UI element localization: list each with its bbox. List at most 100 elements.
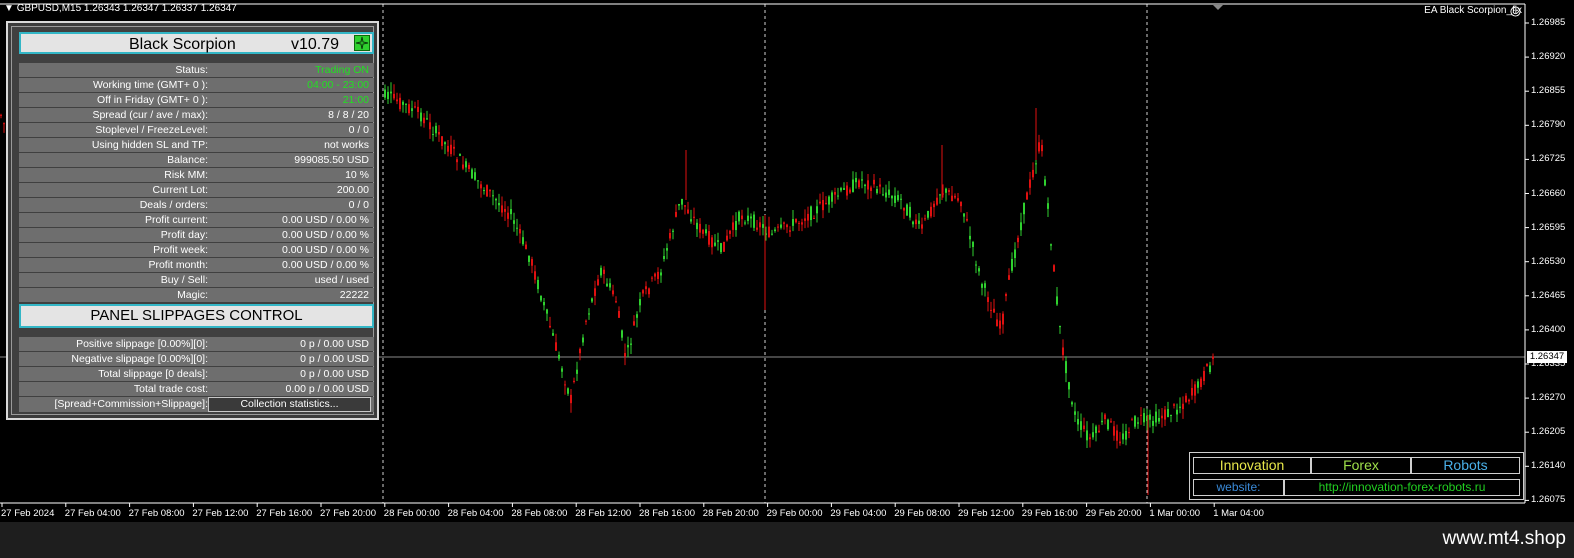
row-label: Stoplevel / FreezeLevel: bbox=[95, 124, 208, 136]
price-tick-label: 1.26140 bbox=[1531, 460, 1566, 472]
candle-body bbox=[738, 211, 740, 222]
row-value: 04:00 - 23:00 bbox=[307, 79, 369, 91]
candle-body bbox=[501, 205, 503, 213]
robots-label: Robots bbox=[1411, 457, 1520, 474]
candle-body bbox=[591, 298, 593, 302]
dropdown-triangle-icon[interactable]: ▼ bbox=[4, 3, 14, 14]
candle-body bbox=[756, 227, 758, 230]
candle-body bbox=[471, 169, 473, 179]
row-label: Profit day: bbox=[160, 229, 208, 241]
candle-body bbox=[1032, 169, 1034, 178]
price-tick-label: 1.26270 bbox=[1531, 392, 1566, 404]
collection-statistics-button[interactable]: Collection statistics... bbox=[208, 397, 371, 412]
candle-body bbox=[720, 243, 722, 253]
candle-body bbox=[1002, 313, 1004, 325]
time-tick-label: 27 Feb 16:00 bbox=[256, 508, 313, 519]
candle-body bbox=[453, 146, 455, 149]
candle-body bbox=[1161, 415, 1163, 419]
candle-body bbox=[846, 185, 848, 196]
candle-body bbox=[1125, 430, 1127, 440]
candle-body bbox=[1140, 414, 1142, 416]
candle-body bbox=[1095, 426, 1097, 434]
row-value: 0.00 p / 0.00 USD bbox=[285, 383, 369, 395]
candle-body bbox=[1194, 384, 1196, 396]
panel-row: Profit day: 0.00 USD / 0.00 % bbox=[19, 228, 374, 242]
candle-body bbox=[423, 117, 425, 124]
row-value: 0 p / 0.00 USD bbox=[300, 338, 369, 350]
candle-body bbox=[387, 91, 389, 100]
candle-body bbox=[861, 179, 863, 181]
candle-body bbox=[783, 222, 785, 224]
candle-body bbox=[789, 230, 791, 232]
candle-body bbox=[879, 184, 881, 187]
row-value: 0 / 0 bbox=[348, 199, 369, 211]
candle-body bbox=[744, 222, 746, 224]
candle-body bbox=[597, 279, 599, 286]
row-label: Profit week: bbox=[153, 244, 208, 256]
slippage-row: Positive slippage [0.00%][0]: 0 p / 0.00 … bbox=[19, 337, 374, 351]
settings-button[interactable] bbox=[354, 35, 370, 51]
candle-body bbox=[900, 198, 902, 200]
candle-body bbox=[1077, 418, 1079, 425]
row-label: Spread (cur / ave / max): bbox=[92, 109, 208, 121]
candle-body bbox=[897, 195, 899, 201]
row-label: Deals / orders: bbox=[139, 199, 208, 211]
candle-body bbox=[867, 180, 869, 190]
candle-body bbox=[831, 192, 833, 202]
panel-row: Buy / Sell: used / used bbox=[19, 273, 374, 287]
candle-body bbox=[651, 277, 653, 279]
candle-body bbox=[795, 218, 797, 223]
candle-body bbox=[531, 259, 533, 266]
candle-body bbox=[447, 145, 449, 152]
panel-row: Stoplevel / FreezeLevel: 0 / 0 bbox=[19, 123, 374, 137]
candle-body bbox=[561, 368, 563, 372]
time-tick-label: 27 Feb 08:00 bbox=[128, 508, 185, 519]
candle-body bbox=[912, 221, 914, 225]
candle-body bbox=[726, 235, 728, 241]
row-label: [Spread+Commission+Slippage]: bbox=[54, 398, 208, 410]
footer-site[interactable]: www.mt4.shop bbox=[1442, 528, 1566, 550]
candle-body bbox=[786, 224, 788, 228]
website-link[interactable]: http://innovation-forex-robots.ru bbox=[1284, 479, 1520, 496]
panel-row: Off in Friday (GMT+ 0 ): 21:00 bbox=[19, 93, 374, 107]
candle-body bbox=[1035, 163, 1037, 165]
candle-body bbox=[807, 213, 809, 221]
candle-body bbox=[1074, 411, 1076, 415]
sparkle-icon bbox=[355, 36, 369, 50]
candle-body bbox=[945, 188, 947, 193]
row-label: Off in Friday (GMT+ 0 ): bbox=[97, 94, 208, 106]
innovation-label: Innovation bbox=[1193, 457, 1311, 474]
candle-body bbox=[618, 311, 620, 318]
panel-row: Deals / orders: 0 / 0 bbox=[19, 198, 374, 212]
candle-body bbox=[771, 233, 773, 235]
candle-body bbox=[1014, 249, 1016, 259]
candle-body bbox=[729, 230, 731, 234]
row-value: 22222 bbox=[339, 289, 369, 301]
candle-body bbox=[834, 192, 836, 195]
candle-body bbox=[969, 235, 971, 240]
candle-body bbox=[585, 320, 587, 322]
candle-body bbox=[498, 202, 500, 206]
candle-body bbox=[1116, 430, 1118, 441]
candle-body bbox=[855, 177, 857, 183]
candle-body bbox=[1047, 203, 1049, 209]
candle-body bbox=[558, 354, 560, 359]
candle-body bbox=[1059, 325, 1061, 328]
candle-body bbox=[507, 212, 509, 219]
candle-body bbox=[684, 205, 686, 207]
panel-row: Magic: 22222 bbox=[19, 288, 374, 302]
candle-body bbox=[933, 203, 935, 208]
price-tick-label: 1.26205 bbox=[1531, 426, 1566, 438]
candle-body bbox=[393, 93, 395, 99]
candle-body bbox=[1083, 425, 1085, 430]
candle-body bbox=[522, 237, 524, 245]
candle-body bbox=[456, 159, 458, 163]
candle-body bbox=[1191, 387, 1193, 396]
row-value: Trading ON bbox=[315, 64, 369, 76]
candle-body bbox=[1134, 416, 1136, 427]
panel-row: Using hidden SL and TP: not works bbox=[19, 138, 374, 152]
candle-body bbox=[681, 198, 683, 205]
candle-body bbox=[1113, 426, 1115, 436]
candle-body bbox=[477, 180, 479, 182]
row-label: Total slippage [0 deals]: bbox=[98, 368, 208, 380]
